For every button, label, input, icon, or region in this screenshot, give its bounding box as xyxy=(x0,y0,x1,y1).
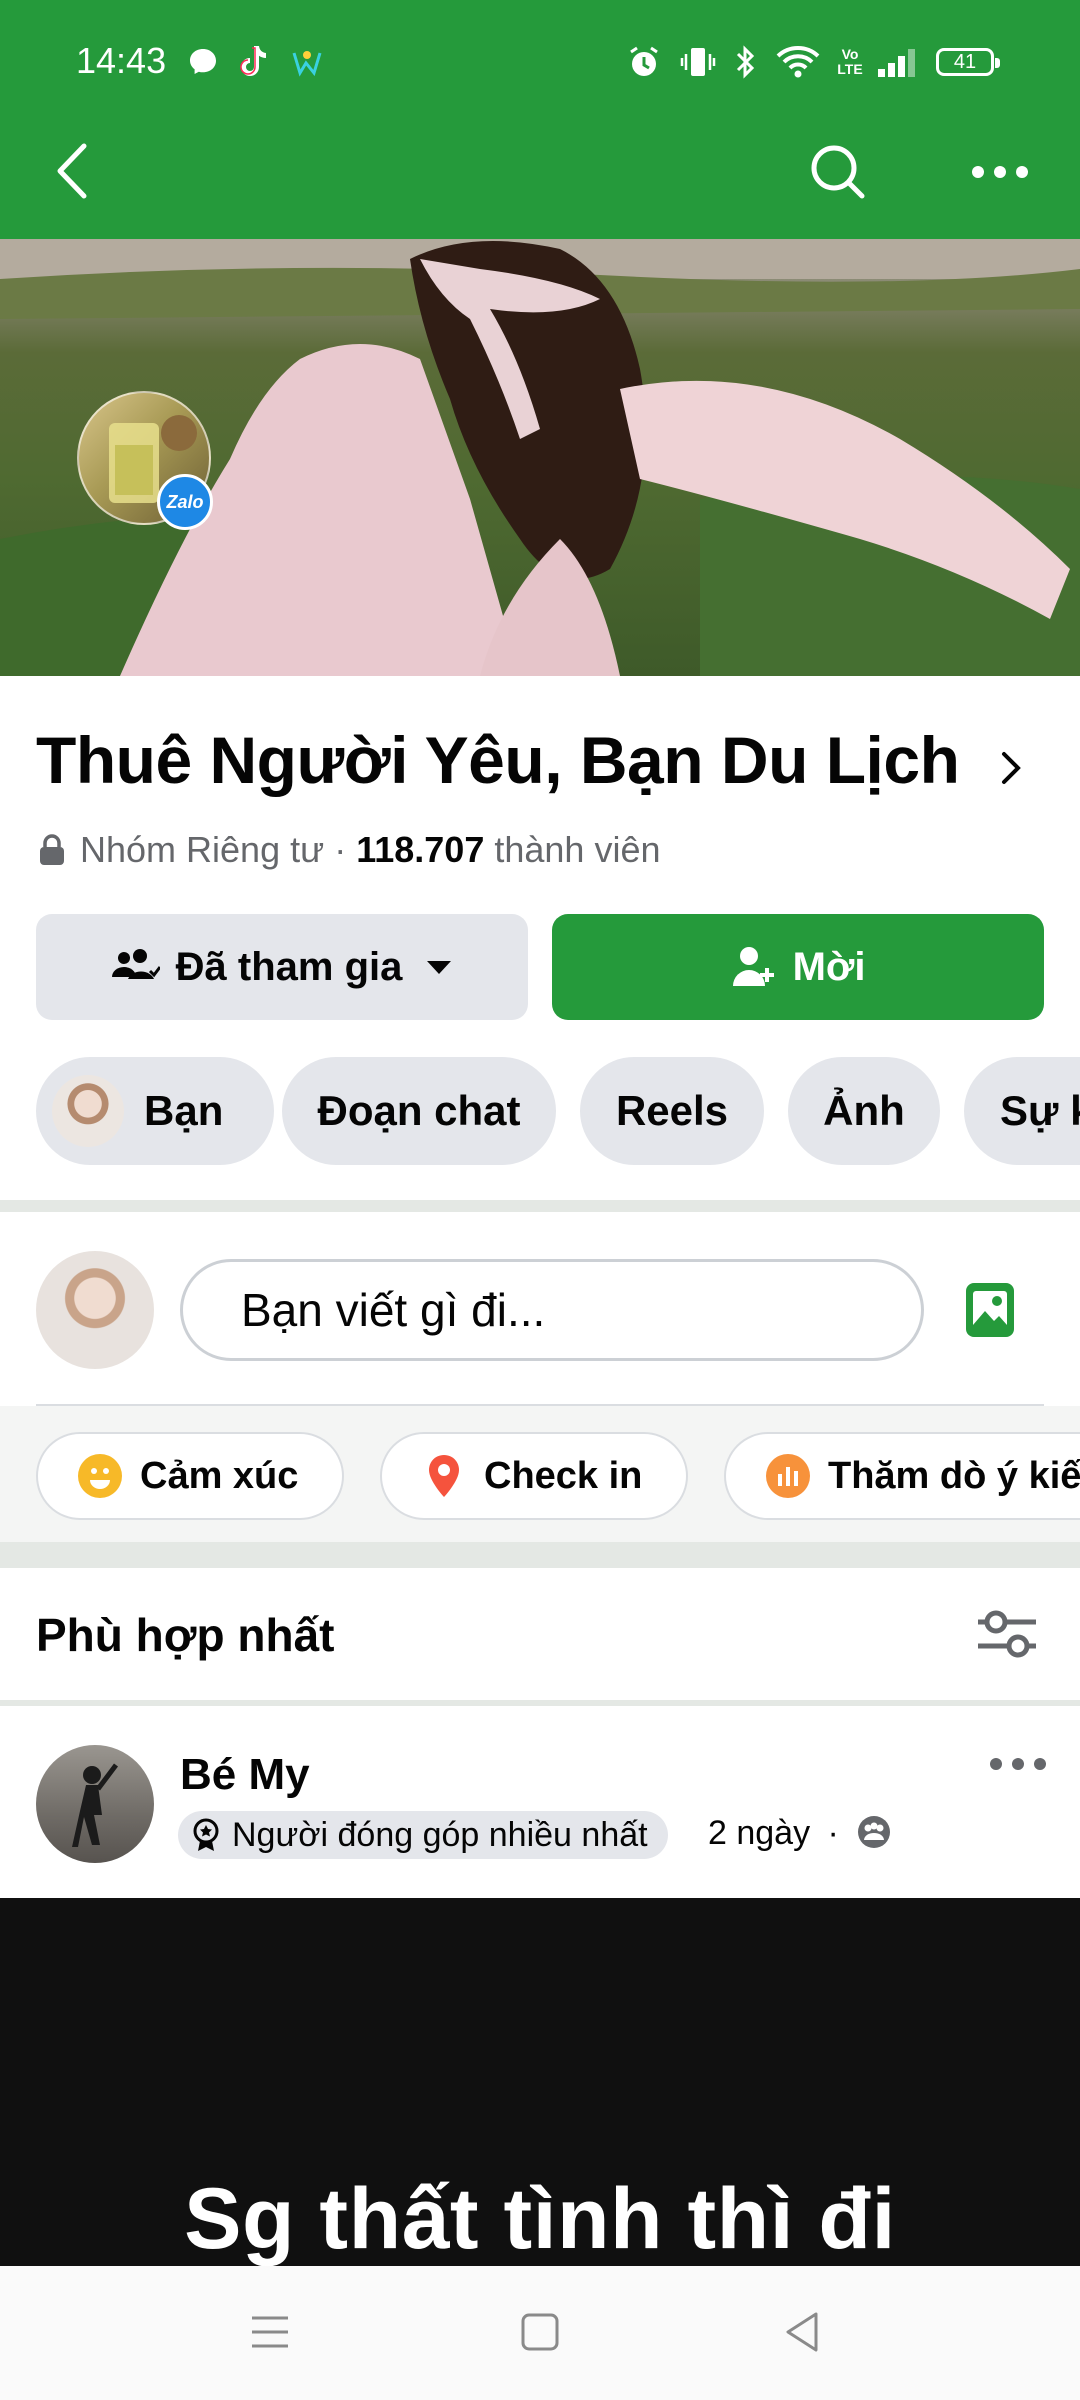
chip-label: Cảm xúc xyxy=(140,1454,299,1497)
caret-down-icon xyxy=(427,961,452,974)
tab-label: Đoạn chat xyxy=(317,1087,521,1134)
photo-icon[interactable] xyxy=(964,1281,1016,1339)
checkin-chip[interactable]: Check in xyxy=(380,1432,688,1520)
award-icon xyxy=(193,1818,219,1851)
post-author-name[interactable]: Bé My xyxy=(180,1750,310,1800)
volte-indicator: Vo LTE xyxy=(837,46,863,77)
more-dots-icon[interactable] xyxy=(970,160,1030,184)
tab-chats[interactable]: Đoạn chat xyxy=(282,1057,556,1165)
chip-label: Thăm dò ý kiến xyxy=(828,1454,1080,1497)
user-avatar[interactable] xyxy=(36,1251,154,1369)
member-label: thành viên xyxy=(494,829,661,870)
post-media-caption: Sg thất tình thì đi xyxy=(184,2171,896,2267)
feeling-chip[interactable]: Cảm xúc xyxy=(36,1432,344,1520)
post-composer-input[interactable]: Bạn viết gì đi... xyxy=(180,1259,924,1361)
messenger-icon xyxy=(186,42,220,82)
chevron-right-icon[interactable] xyxy=(998,748,1024,788)
badge-label: Người đóng góp nhiều nhất xyxy=(232,1815,648,1854)
signal-icon xyxy=(876,42,920,82)
search-icon[interactable] xyxy=(808,142,868,202)
app-notification-icon xyxy=(290,42,324,82)
members-icon xyxy=(111,949,160,979)
home-icon[interactable] xyxy=(518,2310,562,2354)
joined-label: Đã tham gia xyxy=(175,944,403,989)
vibrate-icon xyxy=(678,42,718,82)
section-divider xyxy=(0,1700,1080,1706)
member-count: 118.707 xyxy=(356,829,485,870)
group-meta: Nhóm Riêng tư · 118.707 thành viên xyxy=(38,822,661,878)
back-arrow-icon[interactable] xyxy=(50,140,92,202)
wifi-icon xyxy=(776,42,820,82)
top-contributor-badge: Người đóng góp nhiều nhất xyxy=(178,1811,668,1859)
app-header xyxy=(0,0,1080,239)
group-title[interactable]: Thuê Người Yêu, Bạn Du Lịch xyxy=(36,722,960,798)
section-divider xyxy=(0,1542,1080,1568)
tab-events[interactable]: Sự kiện xyxy=(964,1057,1080,1165)
section-divider xyxy=(0,1200,1080,1212)
joined-button[interactable]: Đã tham gia xyxy=(36,914,528,1020)
post-more-icon[interactable] xyxy=(988,1754,1048,1774)
post-author-avatar[interactable] xyxy=(36,1745,154,1863)
sort-label[interactable]: Phù hợp nhất xyxy=(36,1608,334,1662)
tab-label: Ảnh xyxy=(823,1087,905,1134)
tab-label: Sự kiện xyxy=(1000,1087,1080,1134)
invite-button[interactable]: Mời xyxy=(552,914,1044,1020)
recent-apps-icon[interactable] xyxy=(248,2310,292,2354)
invite-label: Mời xyxy=(792,944,866,989)
smile-icon xyxy=(78,1454,122,1498)
zalo-badge: Zalo xyxy=(157,474,213,530)
tab-label: Bạn xyxy=(144,1087,224,1134)
battery-indicator: 41 xyxy=(936,48,1000,76)
privacy-label: Nhóm Riêng tư xyxy=(80,829,325,870)
group-audience-icon xyxy=(858,1816,891,1848)
post-time: 2 ngày xyxy=(708,1814,811,1852)
alarm-icon xyxy=(626,42,662,82)
friend-avatar xyxy=(52,1075,124,1147)
tab-label: Reels xyxy=(615,1087,729,1134)
post-meta-separator: · xyxy=(827,1814,839,1852)
bluetooth-icon xyxy=(732,42,758,82)
filter-sliders-icon[interactable] xyxy=(976,1610,1038,1660)
poll-icon xyxy=(766,1454,810,1498)
status-time: 14:43 xyxy=(76,40,167,81)
meta-separator: · xyxy=(334,829,347,870)
poll-chip[interactable]: Thăm dò ý kiến xyxy=(724,1432,1080,1520)
back-triangle-icon[interactable] xyxy=(782,2310,826,2354)
location-pin-icon xyxy=(422,1454,466,1498)
lock-icon xyxy=(38,833,66,867)
post-meta: 2 ngày · xyxy=(708,1814,892,1853)
tab-reels[interactable]: Reels xyxy=(580,1057,764,1165)
tiktok-icon xyxy=(236,42,268,82)
chip-label: Check in xyxy=(484,1454,643,1497)
add-person-icon xyxy=(732,947,774,986)
tab-photos[interactable]: Ảnh xyxy=(788,1057,940,1165)
tab-friends[interactable]: Bạn xyxy=(36,1057,274,1165)
